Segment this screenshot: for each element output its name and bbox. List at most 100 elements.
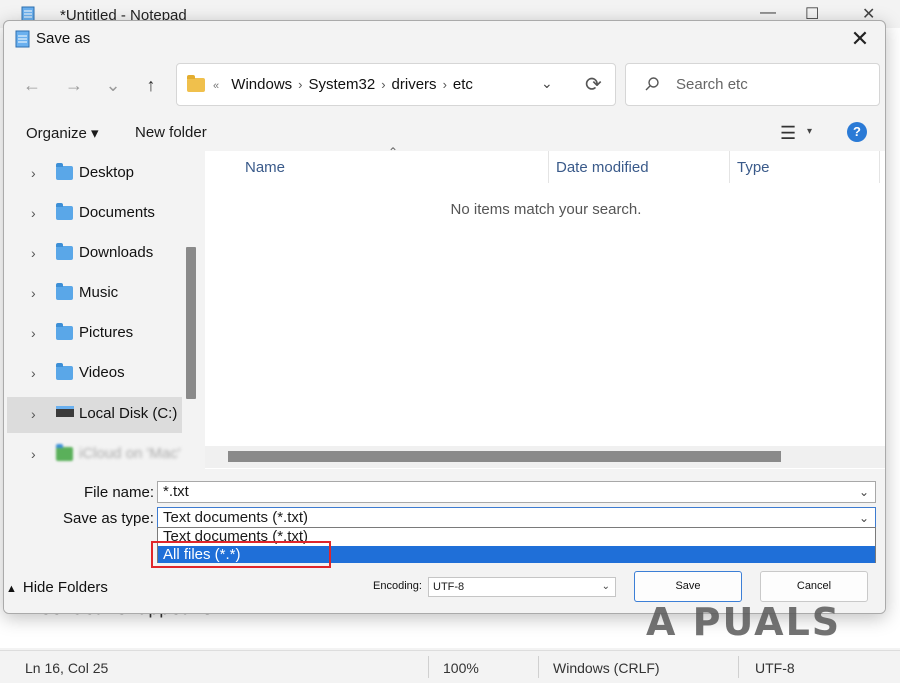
column-divider[interactable]	[548, 151, 549, 183]
sidebar-item-pictures[interactable]: › Pictures	[7, 316, 182, 352]
breadcrumb-segment[interactable]: etc	[453, 76, 473, 93]
status-divider	[538, 656, 539, 678]
column-header-date-modified[interactable]: Date modified	[556, 159, 649, 176]
sidebar-item-icloud[interactable]: › iCloud on 'Mac'	[7, 437, 182, 473]
column-header-type[interactable]: Type	[737, 159, 770, 176]
hide-folders-label: Hide Folders	[22, 579, 108, 596]
videos-folder-icon	[56, 363, 73, 380]
status-zoom: 100%	[443, 660, 479, 676]
chevron-right-icon: ›	[442, 77, 447, 92]
chevron-right-icon[interactable]: ›	[31, 446, 36, 462]
search-icon	[645, 77, 659, 91]
chevron-down-icon[interactable]: ⌄	[541, 75, 553, 92]
status-encoding: UTF-8	[755, 660, 795, 676]
status-divider	[738, 656, 739, 678]
file-name-label: File name:	[84, 484, 155, 501]
sidebar-item-label: Desktop	[79, 164, 135, 181]
refresh-icon[interactable]: ⟳	[585, 72, 602, 97]
sidebar-item-downloads[interactable]: › Downloads	[7, 236, 182, 272]
forward-button[interactable]: →	[62, 73, 86, 97]
sidebar-item-label: iCloud on 'Mac'	[79, 445, 181, 462]
help-icon[interactable]: ?	[847, 122, 867, 142]
chevron-right-icon[interactable]: ›	[31, 365, 36, 381]
chevron-down-icon[interactable]: ⌄	[859, 508, 869, 528]
save-button[interactable]: Save	[634, 571, 742, 602]
chevron-down-icon: ⌄	[601, 581, 610, 592]
cloud-folder-icon	[56, 444, 73, 461]
horizontal-scrollbar[interactable]	[205, 446, 885, 468]
new-folder-button[interactable]: New folder	[135, 124, 207, 141]
sidebar-item-documents[interactable]: › Documents	[7, 196, 182, 232]
status-divider	[428, 656, 429, 678]
encoding-value: UTF-8	[433, 581, 465, 593]
status-line-ending: Windows (CRLF)	[553, 660, 660, 676]
cancel-button[interactable]: Cancel	[760, 571, 868, 602]
sidebar-item-music[interactable]: › Music	[7, 276, 182, 312]
up-button[interactable]: ↑	[139, 73, 163, 97]
desktop-folder-icon	[56, 163, 73, 180]
save-type-select[interactable]: Text documents (*.txt) ⌄	[157, 507, 876, 529]
chevron-right-icon[interactable]: ›	[31, 245, 36, 261]
chevron-right-icon[interactable]: ›	[31, 285, 36, 301]
status-position: Ln 16, Col 25	[25, 660, 109, 676]
file-name-value: *.txt	[163, 483, 189, 500]
sidebar-item-label: Local Disk (C:)	[79, 405, 178, 422]
notepad-icon	[15, 30, 30, 48]
address-bar[interactable]: « Windows › System32 › drivers › etc ⌄ ⟳	[176, 63, 616, 106]
column-divider[interactable]	[729, 151, 730, 183]
file-list: ⌃ Name Date modified Type No items match…	[205, 145, 885, 469]
chevron-down-icon[interactable]: ▾	[807, 126, 812, 137]
dialog-title: Save as	[36, 30, 91, 47]
folder-icon	[187, 75, 205, 92]
pictures-folder-icon	[56, 323, 73, 340]
breadcrumb-segment[interactable]: System32	[309, 76, 376, 93]
downloads-folder-icon	[56, 243, 73, 260]
chevron-up-icon: ▲	[6, 583, 17, 595]
breadcrumb-overflow[interactable]: «	[213, 80, 219, 92]
sidebar-item-label: Downloads	[79, 244, 154, 261]
chevron-down-icon[interactable]: ⌄	[859, 482, 869, 502]
breadcrumb-segment[interactable]: Windows	[231, 76, 292, 93]
column-header-name[interactable]: Name	[245, 159, 285, 176]
search-box[interactable]: Search etc	[625, 63, 880, 106]
annotation-highlight-box	[151, 541, 331, 568]
encoding-select[interactable]: UTF-8 ⌄	[428, 577, 616, 597]
chevron-right-icon[interactable]: ›	[31, 205, 36, 221]
chevron-right-icon: ›	[381, 77, 386, 92]
chevron-right-icon[interactable]: ›	[31, 325, 36, 341]
search-input[interactable]: Search etc	[676, 76, 748, 93]
file-name-field[interactable]: *.txt ⌄	[157, 481, 876, 503]
notepad-status-bar: Ln 16, Col 25 100% Windows (CRLF) UTF-8	[0, 650, 900, 683]
save-type-label: Save as type:	[63, 510, 154, 527]
scrollbar-thumb[interactable]	[228, 451, 781, 462]
sidebar-item-label: Pictures	[79, 324, 134, 341]
back-button[interactable]: ←	[20, 73, 44, 97]
breadcrumb-segment[interactable]: drivers	[392, 76, 437, 93]
dialog-close-button[interactable]: ✕	[847, 26, 873, 52]
sidebar-item-label: Documents	[79, 204, 155, 221]
music-folder-icon	[56, 283, 73, 300]
sidebar-item-label: Music	[79, 284, 119, 301]
encoding-label: Encoding:	[373, 580, 422, 592]
sidebar-item-label: Videos	[79, 364, 125, 381]
sidebar-item-local-disk[interactable]: › Local Disk (C:)	[7, 397, 182, 433]
hide-folders-button[interactable]: ▲ Hide Folders	[6, 579, 108, 596]
drive-icon	[56, 406, 74, 417]
sidebar-item-videos[interactable]: › Videos	[7, 356, 182, 392]
documents-folder-icon	[56, 203, 73, 220]
empty-folder-message: No items match your search.	[450, 201, 642, 218]
sort-ascending-icon: ⌃	[388, 145, 399, 159]
chevron-right-icon[interactable]: ›	[31, 406, 36, 422]
organize-button[interactable]: Organize ▾	[26, 124, 99, 142]
navigation-pane: › Desktop › Documents › Downloads › Musi…	[7, 151, 200, 469]
view-options-icon[interactable]: ☰	[780, 123, 796, 144]
breadcrumb: « Windows › System32 › drivers › etc	[213, 76, 473, 93]
chevron-right-icon[interactable]: ›	[31, 165, 36, 181]
chevron-right-icon: ›	[298, 77, 303, 92]
nav-pane-scrollbar[interactable]	[186, 247, 196, 399]
column-divider[interactable]	[879, 151, 880, 183]
recent-locations-button[interactable]: ⌄	[101, 73, 125, 97]
save-type-value: Text documents (*.txt)	[163, 509, 309, 526]
sidebar-item-desktop[interactable]: › Desktop	[7, 156, 182, 192]
appuals-watermark-logo: A PUALS	[646, 600, 842, 644]
